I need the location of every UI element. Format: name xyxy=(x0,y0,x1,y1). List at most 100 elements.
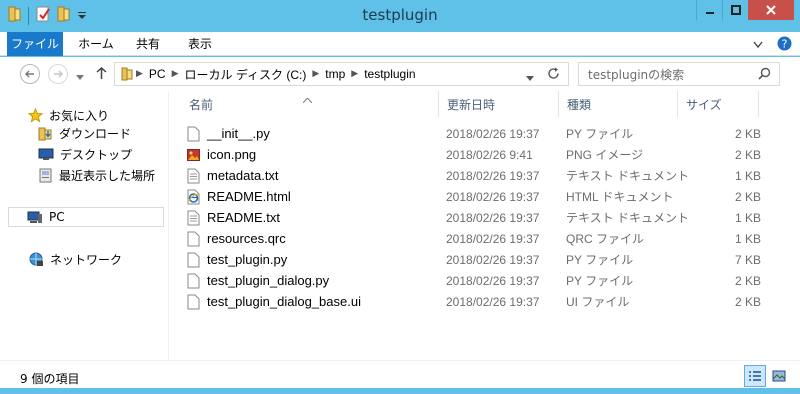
breadcrumb-testplugin[interactable]: testplugin xyxy=(364,67,415,81)
large-icons-view-button[interactable] xyxy=(768,365,790,387)
column-header-type[interactable]: 種類 xyxy=(559,91,678,117)
tab-share[interactable]: 共有 xyxy=(128,32,168,56)
large-icons-view-icon xyxy=(772,370,786,382)
sidebar-item-desktop[interactable]: デスクトップ xyxy=(38,144,132,164)
file-name: test_plugin_dialog.py xyxy=(207,273,330,288)
image-icon xyxy=(187,149,200,161)
sidebar-item-favorites[interactable]: お気に入り xyxy=(28,105,109,125)
file-row[interactable]: resources.qrc 2018/02/26 19:37 QRC ファイル … xyxy=(181,228,761,249)
details-view-button[interactable] xyxy=(744,365,766,387)
breadcrumb-separator[interactable]: ▶ xyxy=(351,69,358,79)
tab-home[interactable]: ホーム xyxy=(74,32,118,56)
title-bar: testplugin xyxy=(0,0,800,32)
close-button[interactable] xyxy=(748,0,794,20)
sidebar-item-downloads[interactable]: ダウンロード xyxy=(38,123,131,143)
refresh-button[interactable] xyxy=(547,67,560,83)
file-row[interactable]: README.txt 2018/02/26 19:37 テキスト ドキュメント … xyxy=(181,207,761,228)
breadcrumb-pc[interactable]: PC xyxy=(149,67,166,81)
sidebar-item-recent-places[interactable]: 最近表示した場所 xyxy=(38,165,155,185)
navigation-pane: お気に入り ダウンロード デスクトップ 最近表示した場所 PC ネットワーク xyxy=(0,91,168,360)
back-button[interactable] xyxy=(20,64,40,84)
sidebar-item-network[interactable]: ネットワーク xyxy=(28,249,122,269)
file-name: resources.qrc xyxy=(207,231,286,246)
file-size: 2 KB xyxy=(734,189,761,204)
sidebar-item-label: デスクトップ xyxy=(60,147,133,162)
details-view-icon xyxy=(749,371,761,381)
file-icon xyxy=(187,273,200,289)
tab-file[interactable]: ファイル xyxy=(7,32,63,56)
svg-text:?: ? xyxy=(782,38,788,51)
minimize-button[interactable] xyxy=(696,0,722,20)
maximize-button[interactable] xyxy=(722,0,748,20)
column-header-name[interactable]: 名前 xyxy=(181,91,439,117)
file-icon xyxy=(187,252,200,268)
help-icon: ? xyxy=(777,36,792,51)
file-date: 2018/02/26 19:37 xyxy=(446,231,540,246)
breadcrumb-separator[interactable]: ▶ xyxy=(172,69,179,79)
sidebar-item-label: ダウンロード xyxy=(59,126,132,141)
file-row[interactable]: README.html 2018/02/26 19:37 HTML ドキュメント… xyxy=(181,186,761,207)
desktop-icon xyxy=(38,148,54,160)
explorer-window: testplugin ファイル ホーム 共有 表示 ? ▶ PC ▶ ローカル … xyxy=(0,0,800,394)
address-bar[interactable]: ▶ PC ▶ ローカル ディスク (C:) ▶ tmp ▶ testplugin xyxy=(114,62,569,86)
file-icon xyxy=(187,294,200,310)
breadcrumb-tmp[interactable]: tmp xyxy=(325,67,345,81)
file-type: QRC ファイル xyxy=(566,232,645,246)
sidebar-item-label: お気に入り xyxy=(49,108,110,123)
breadcrumb-local-disk[interactable]: ローカル ディスク (C:) xyxy=(185,66,307,83)
up-arrow-icon xyxy=(96,66,107,79)
file-size: 1 KB xyxy=(734,231,761,246)
file-size: 1 KB xyxy=(734,168,761,183)
sidebar-item-pc[interactable]: PC xyxy=(8,207,164,227)
file-name: test_plugin.py xyxy=(207,252,288,267)
file-size: 2 KB xyxy=(734,294,761,309)
sidebar-item-label: PC xyxy=(49,210,65,224)
file-type: UI ファイル xyxy=(566,295,630,309)
file-row[interactable]: test_plugin_dialog.py 2018/02/26 19:37 P… xyxy=(181,270,761,291)
address-history-button[interactable] xyxy=(526,71,534,85)
file-date: 2018/02/26 19:37 xyxy=(446,294,540,309)
refresh-icon xyxy=(548,67,559,79)
file-name: icon.png xyxy=(207,147,257,162)
column-header-size[interactable]: サイズ xyxy=(678,91,759,117)
ribbon-tabs: ファイル ホーム 共有 表示 ? xyxy=(0,32,800,56)
recent-locations-button[interactable] xyxy=(76,70,84,84)
breadcrumb-separator[interactable]: ▶ xyxy=(312,69,319,79)
file-name: README.html xyxy=(207,189,291,204)
file-date: 2018/02/26 19:37 xyxy=(446,252,540,267)
breadcrumb-separator[interactable]: ▶ xyxy=(136,69,143,79)
file-row[interactable]: __init__.py 2018/02/26 19:37 PY ファイル 2 K… xyxy=(181,123,761,144)
forward-arrow-icon xyxy=(54,70,63,78)
file-type: PY ファイル xyxy=(566,274,634,288)
ribbon-right-controls: ? xyxy=(753,36,792,54)
file-type: PNG イメージ xyxy=(566,148,644,162)
file-type: PY ファイル xyxy=(566,127,634,141)
up-button[interactable] xyxy=(96,66,107,83)
file-date: 2018/02/26 19:37 xyxy=(446,189,540,204)
search-input[interactable]: testpluginの検索 xyxy=(578,62,780,86)
search-placeholder: testpluginの検索 xyxy=(588,67,685,82)
tab-view[interactable]: 表示 xyxy=(180,32,220,56)
window-border xyxy=(0,388,800,394)
chevron-down-icon xyxy=(753,41,763,49)
file-size: 1 KB xyxy=(734,210,761,225)
file-row[interactable]: test_plugin.py 2018/02/26 19:37 PY ファイル … xyxy=(181,249,761,270)
window-controls xyxy=(696,0,794,20)
column-header-date[interactable]: 更新日時 xyxy=(439,91,559,117)
file-name: test_plugin_dialog_base.ui xyxy=(207,294,361,309)
file-name: metadata.txt xyxy=(207,168,279,183)
text-file-icon xyxy=(187,168,200,184)
file-type: PY ファイル xyxy=(566,253,634,267)
file-row[interactable]: metadata.txt 2018/02/26 19:37 テキスト ドキュメン… xyxy=(181,165,761,186)
address-row: ▶ PC ▶ ローカル ディスク (C:) ▶ tmp ▶ testplugin… xyxy=(0,57,800,91)
star-icon xyxy=(28,107,43,123)
forward-button[interactable] xyxy=(48,64,68,84)
computer-icon xyxy=(27,211,42,223)
file-size: 7 KB xyxy=(734,252,761,267)
file-row[interactable]: test_plugin_dialog_base.ui 2018/02/26 19… xyxy=(181,291,761,312)
help-button[interactable]: ? xyxy=(777,36,792,54)
search-icon[interactable] xyxy=(758,67,771,83)
file-date: 2018/02/26 9:41 xyxy=(446,147,533,162)
file-row[interactable]: icon.png 2018/02/26 9:41 PNG イメージ 2 KB xyxy=(181,144,761,165)
expand-ribbon-button[interactable] xyxy=(753,38,763,52)
